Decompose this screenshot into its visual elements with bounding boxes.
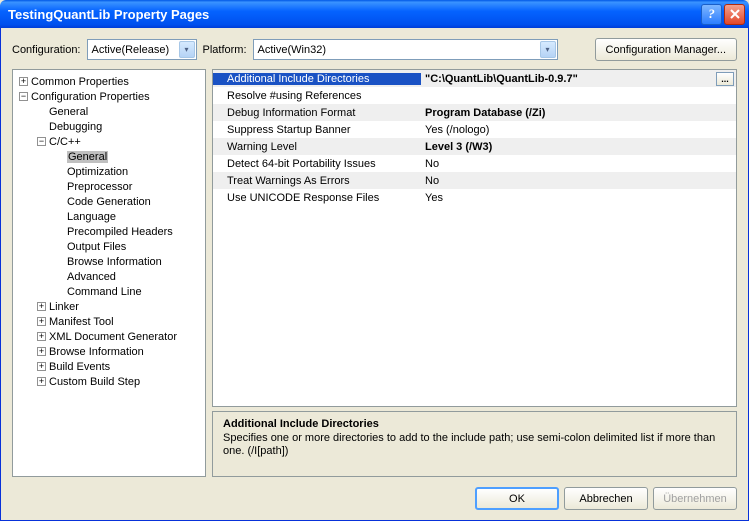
window-title: TestingQuantLib Property Pages bbox=[4, 7, 701, 22]
prop-row-additional-include-directories[interactable]: Additional Include Directories "C:\Quant… bbox=[213, 70, 736, 87]
tree-item-custom-build-step[interactable]: +Custom Build Step bbox=[13, 374, 205, 389]
right-panel: Additional Include Directories "C:\Quant… bbox=[212, 69, 737, 477]
tree-item-linker[interactable]: +Linker bbox=[13, 299, 205, 314]
title-bar: TestingQuantLib Property Pages ? bbox=[0, 0, 749, 28]
tree-item-xml-document-generator[interactable]: +XML Document Generator bbox=[13, 329, 205, 344]
titlebar-buttons: ? bbox=[701, 4, 745, 25]
property-grid: Additional Include Directories "C:\Quant… bbox=[212, 69, 737, 407]
tree-panel: +Common Properties −Configuration Proper… bbox=[12, 69, 206, 477]
platform-value: Active(Win32) bbox=[258, 44, 326, 56]
tree-item-precompiled-headers[interactable]: Precompiled Headers bbox=[13, 224, 205, 239]
description-title: Additional Include Directories bbox=[223, 418, 726, 430]
prop-row-treat-warnings-as-errors[interactable]: Treat Warnings As ErrorsNo bbox=[213, 172, 736, 189]
prop-label: Use UNICODE Response Files bbox=[213, 192, 421, 204]
close-icon bbox=[730, 9, 740, 19]
tree-item-cpp-general[interactable]: General bbox=[13, 149, 205, 164]
prop-row-suppress-startup-banner[interactable]: Suppress Startup BannerYes (/nologo) bbox=[213, 121, 736, 138]
prop-value[interactable]: No bbox=[421, 158, 736, 170]
prop-label: Suppress Startup Banner bbox=[213, 124, 421, 136]
plus-icon[interactable]: + bbox=[19, 77, 28, 86]
prop-value[interactable]: No bbox=[421, 175, 736, 187]
plus-icon[interactable]: + bbox=[37, 317, 46, 326]
tree-item-build-events[interactable]: +Build Events bbox=[13, 359, 205, 374]
prop-value[interactable]: "C:\QuantLib\QuantLib-0.9.7" ... bbox=[421, 72, 736, 86]
configuration-row: Configuration: Active(Release) ▾ Platfor… bbox=[12, 38, 737, 61]
configuration-label: Configuration: bbox=[12, 44, 81, 56]
plus-icon[interactable]: + bbox=[37, 362, 46, 371]
prop-row-detect-64bit-portability[interactable]: Detect 64-bit Portability IssuesNo bbox=[213, 155, 736, 172]
browse-button[interactable]: ... bbox=[716, 72, 734, 86]
chevron-down-icon: ▾ bbox=[179, 41, 195, 58]
dialog-button-row: OK Abbrechen Übernehmen bbox=[12, 487, 737, 510]
ok-button[interactable]: OK bbox=[475, 487, 559, 510]
tree-item-cpp[interactable]: −C/C++ bbox=[13, 134, 205, 149]
help-button[interactable]: ? bbox=[701, 4, 722, 25]
prop-row-warning-level[interactable]: Warning LevelLevel 3 (/W3) bbox=[213, 138, 736, 155]
prop-label: Detect 64-bit Portability Issues bbox=[213, 158, 421, 170]
dialog-content: Configuration: Active(Release) ▾ Platfor… bbox=[0, 28, 749, 521]
tree-item-debugging[interactable]: Debugging bbox=[13, 119, 205, 134]
prop-row-use-unicode-response-files[interactable]: Use UNICODE Response FilesYes bbox=[213, 189, 736, 206]
close-button[interactable] bbox=[724, 4, 745, 25]
prop-label: Warning Level bbox=[213, 141, 421, 153]
platform-combo[interactable]: Active(Win32) ▾ bbox=[253, 39, 558, 60]
chevron-down-icon: ▾ bbox=[540, 41, 556, 58]
apply-button[interactable]: Übernehmen bbox=[653, 487, 737, 510]
tree-item-browse-information-2[interactable]: +Browse Information bbox=[13, 344, 205, 359]
description-panel: Additional Include Directories Specifies… bbox=[212, 411, 737, 477]
prop-label: Treat Warnings As Errors bbox=[213, 175, 421, 187]
tree-item-manifest-tool[interactable]: +Manifest Tool bbox=[13, 314, 205, 329]
configuration-value: Active(Release) bbox=[92, 44, 170, 56]
main-area: +Common Properties −Configuration Proper… bbox=[12, 69, 737, 477]
plus-icon[interactable]: + bbox=[37, 302, 46, 311]
prop-row-debug-information-format[interactable]: Debug Information FormatProgram Database… bbox=[213, 104, 736, 121]
tree-item-preprocessor[interactable]: Preprocessor bbox=[13, 179, 205, 194]
platform-label: Platform: bbox=[203, 44, 247, 56]
minus-icon[interactable]: − bbox=[19, 92, 28, 101]
plus-icon[interactable]: + bbox=[37, 347, 46, 356]
tree-item-language[interactable]: Language bbox=[13, 209, 205, 224]
prop-value[interactable]: Program Database (/Zi) bbox=[421, 107, 736, 119]
tree-item-browse-information[interactable]: Browse Information bbox=[13, 254, 205, 269]
configuration-manager-button[interactable]: Configuration Manager... bbox=[595, 38, 737, 61]
prop-value[interactable]: Yes bbox=[421, 192, 736, 204]
tree-item-code-generation[interactable]: Code Generation bbox=[13, 194, 205, 209]
tree-item-optimization[interactable]: Optimization bbox=[13, 164, 205, 179]
prop-label: Additional Include Directories bbox=[213, 73, 421, 85]
tree-item-common-properties[interactable]: +Common Properties bbox=[13, 74, 205, 89]
prop-value[interactable]: Yes (/nologo) bbox=[421, 124, 736, 136]
cancel-button[interactable]: Abbrechen bbox=[564, 487, 648, 510]
plus-icon[interactable]: + bbox=[37, 377, 46, 386]
plus-icon[interactable]: + bbox=[37, 332, 46, 341]
tree-item-command-line[interactable]: Command Line bbox=[13, 284, 205, 299]
tree-item-configuration-properties[interactable]: −Configuration Properties bbox=[13, 89, 205, 104]
minus-icon[interactable]: − bbox=[37, 137, 46, 146]
tree-item-general[interactable]: General bbox=[13, 104, 205, 119]
tree-item-output-files[interactable]: Output Files bbox=[13, 239, 205, 254]
prop-row-resolve-using-references[interactable]: Resolve #using References bbox=[213, 87, 736, 104]
tree-item-advanced[interactable]: Advanced bbox=[13, 269, 205, 284]
prop-label: Resolve #using References bbox=[213, 90, 421, 102]
configuration-combo[interactable]: Active(Release) ▾ bbox=[87, 39, 197, 60]
description-text: Specifies one or more directories to add… bbox=[223, 432, 726, 458]
prop-value[interactable]: Level 3 (/W3) bbox=[421, 141, 736, 153]
prop-label: Debug Information Format bbox=[213, 107, 421, 119]
